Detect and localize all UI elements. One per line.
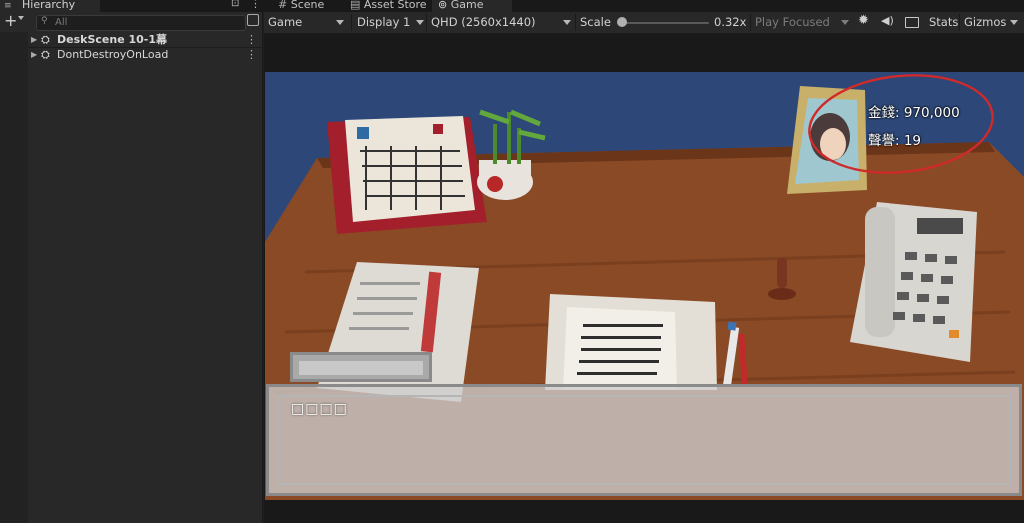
search-icon: ⚲ xyxy=(41,16,48,26)
hierarchy-panel xyxy=(0,12,263,523)
gizmos-button[interactable]: Gizmos xyxy=(964,13,1006,32)
tab-hierarchy-label: Hierarchy xyxy=(22,0,76,11)
scene-name: DeskScene 10-1幕 xyxy=(57,33,168,46)
toolbar-divider xyxy=(959,14,960,31)
expand-arrow-icon[interactable]: ▶ xyxy=(31,33,37,47)
chevron-down-icon xyxy=(1010,20,1018,25)
calendar-prop xyxy=(327,116,487,234)
chevron-down-icon xyxy=(841,20,849,25)
tab-scene[interactable]: # Scene xyxy=(272,0,348,12)
scene-more-icon[interactable]: ⋮ xyxy=(246,48,257,62)
scene-grid-icon: # xyxy=(278,0,288,11)
search-filter-icon[interactable] xyxy=(247,14,259,26)
speaker-name-box xyxy=(290,352,432,382)
hierarchy-search-input[interactable]: ⚲ All xyxy=(36,15,246,31)
bug-icon[interactable]: ✹ xyxy=(858,13,869,28)
hierarchy-gutter xyxy=(0,32,28,523)
document-prop xyxy=(545,294,717,390)
dialogue-inner-frame xyxy=(277,395,1011,485)
toolbar-divider xyxy=(750,14,751,31)
scene-name: DontDestroyOnLoad xyxy=(57,48,169,61)
display-dropdown[interactable]: Display 1 xyxy=(357,13,425,32)
gamepad-icon: ⊚ xyxy=(438,0,448,11)
chevron-down-icon xyxy=(563,20,571,25)
scale-label: Scale xyxy=(580,15,611,29)
dialogue-text: □□□□ xyxy=(291,401,348,417)
annotation-circle xyxy=(808,74,994,174)
tab-asset-store[interactable]: ▤ Asset Store xyxy=(344,0,436,12)
hierarchy-lock-icon[interactable]: ⊡ xyxy=(231,0,239,9)
toolbar-divider xyxy=(426,14,427,31)
stats-button[interactable]: Stats xyxy=(929,13,958,32)
hierarchy-more-icon[interactable]: ⋮ xyxy=(250,0,261,10)
audio-icon[interactable]: ◀) xyxy=(881,14,894,27)
hierarchy-toolbar: + ⚲ All xyxy=(0,11,262,32)
store-bag-icon: ▤ xyxy=(350,0,361,11)
tab-game[interactable]: ⊚ Game xyxy=(432,0,512,12)
top-tab-bar xyxy=(0,0,1024,12)
hierarchy-list-icon: ≡ xyxy=(4,1,12,11)
scene-more-icon[interactable]: ⋮ xyxy=(246,33,257,47)
list-item[interactable]: ▶ ⛭ DeskScene 10-1幕 ⋮ xyxy=(28,33,262,47)
display-value: Display 1 xyxy=(357,15,411,29)
keyboard-icon[interactable] xyxy=(905,17,919,28)
chevron-down-icon xyxy=(416,20,424,25)
play-mode-value: Play Focused xyxy=(755,15,830,29)
scale-slider-thumb[interactable] xyxy=(616,17,627,27)
tab-asset-store-label: Asset Store xyxy=(363,0,427,11)
tab-game-label: Game xyxy=(450,0,484,11)
unity-scene-icon: ⛭ xyxy=(41,48,50,61)
chevron-down-icon xyxy=(336,20,344,25)
resolution-value: QHD (2560x1440) xyxy=(431,15,536,29)
scale-slider-track[interactable] xyxy=(617,22,709,24)
play-mode-dropdown[interactable]: Play Focused xyxy=(755,13,847,32)
add-object-button[interactable]: + xyxy=(4,11,17,30)
view-mode-value: Game xyxy=(268,15,303,29)
unity-scene-icon: ⛭ xyxy=(41,33,50,46)
expand-arrow-icon[interactable]: ▶ xyxy=(31,48,37,62)
search-placeholder: All xyxy=(55,17,68,28)
toolbar-divider xyxy=(575,14,576,31)
list-item[interactable]: ▶ ⛭ DontDestroyOnLoad ⋮ xyxy=(28,48,262,62)
resolution-dropdown[interactable]: QHD (2560x1440) xyxy=(431,13,571,32)
dialogue-box[interactable]: □□□□ xyxy=(266,384,1022,496)
scale-value: 0.32x xyxy=(714,15,747,29)
toolbar-divider xyxy=(351,14,352,31)
speaker-name-inner xyxy=(299,361,423,375)
add-dropdown-caret-icon[interactable] xyxy=(18,16,24,20)
tab-scene-label: Scene xyxy=(290,0,325,11)
telephone-prop xyxy=(850,202,977,362)
